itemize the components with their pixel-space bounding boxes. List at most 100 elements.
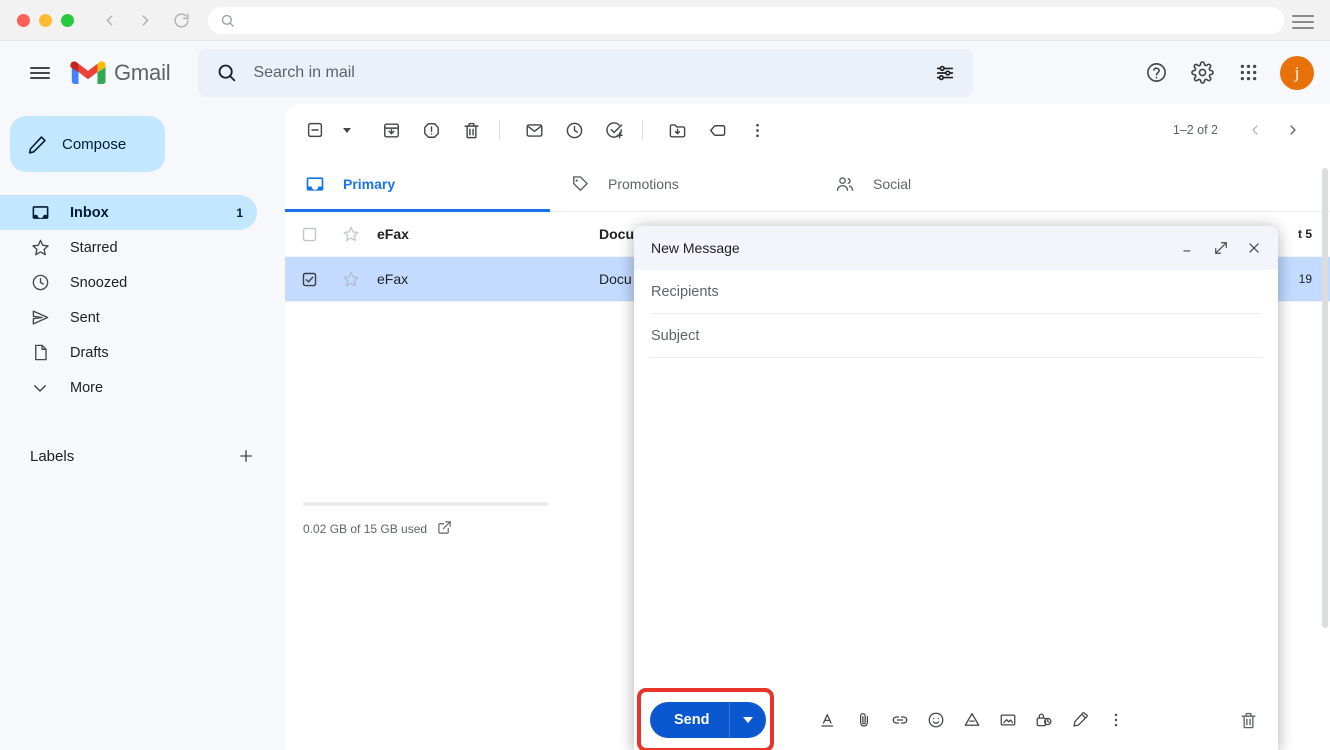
sidebar-item-sent[interactable]: Sent <box>0 300 257 335</box>
forward-button[interactable] <box>130 5 160 35</box>
sidebar-item-drafts[interactable]: Drafts <box>0 335 257 370</box>
help-circle-icon <box>1145 61 1168 84</box>
gmail-wordmark: Gmail <box>114 60 170 86</box>
recipients-input[interactable] <box>651 284 1261 300</box>
send-label: Send <box>650 712 729 728</box>
browser-menu-button[interactable] <box>1292 11 1314 33</box>
storage-manage-link[interactable] <box>437 520 452 538</box>
close-window-button[interactable] <box>17 14 30 27</box>
search-input[interactable] <box>253 64 925 82</box>
gmail-header: Gmail <box>0 41 1330 104</box>
storage-text-row: 0.02 GB of 15 GB used <box>303 520 563 538</box>
sidebar-item-label: Sent <box>70 310 100 326</box>
labels-title: Labels <box>30 448 74 465</box>
insert-drive-button[interactable] <box>956 704 988 736</box>
archive-button[interactable] <box>371 110 411 150</box>
delete-button[interactable] <box>451 110 491 150</box>
confidential-mode-button[interactable] <box>1028 704 1060 736</box>
tab-label: Promotions <box>608 176 679 192</box>
back-button[interactable] <box>94 5 124 35</box>
chevron-left-icon <box>1247 122 1263 138</box>
report-spam-button[interactable] <box>411 110 451 150</box>
recipients-field[interactable] <box>651 270 1261 314</box>
more-options-button[interactable] <box>737 110 777 150</box>
search-filter-button[interactable] <box>925 53 965 93</box>
compose-label: Compose <box>62 136 126 153</box>
main-menu-button[interactable] <box>16 49 64 97</box>
tab-social[interactable]: Social <box>815 156 1080 211</box>
settings-button[interactable] <box>1182 53 1222 93</box>
add-to-tasks-icon <box>605 121 624 140</box>
row-sender: eFax <box>369 271 599 287</box>
reload-button[interactable] <box>166 5 196 35</box>
caret-down-icon <box>743 717 753 723</box>
mark-as-unread-button[interactable] <box>514 110 554 150</box>
main-menu-icon <box>30 67 50 69</box>
pagination-range: 1–2 of 2 <box>1173 123 1218 137</box>
insert-emoji-button[interactable] <box>920 704 952 736</box>
inbox-unread-count: 1 <box>236 206 257 220</box>
row-star-button[interactable] <box>333 270 369 288</box>
insert-signature-button[interactable] <box>1064 704 1096 736</box>
insert-link-icon <box>891 711 909 729</box>
row-star-button[interactable] <box>333 225 369 243</box>
popout-expand-icon <box>1214 241 1228 255</box>
sidebar-item-more[interactable]: More <box>0 370 257 405</box>
format-text-button[interactable] <box>812 704 844 736</box>
address-bar[interactable] <box>208 7 1284 34</box>
tab-promotions[interactable]: Promotions <box>550 156 815 211</box>
compose-button[interactable]: Compose <box>10 116 165 172</box>
discard-draft-button[interactable] <box>1232 704 1264 736</box>
send-button[interactable]: Send <box>650 702 766 738</box>
sidebar-item-starred[interactable]: Starred <box>0 230 257 265</box>
toolbar-divider <box>499 120 500 140</box>
help-button[interactable] <box>1136 53 1176 93</box>
gmail-logo[interactable]: Gmail <box>70 59 170 86</box>
compose-more-options-button[interactable] <box>1100 704 1132 736</box>
report-spam-icon <box>422 121 441 140</box>
snooze-button[interactable] <box>554 110 594 150</box>
insert-link-button[interactable] <box>884 704 916 736</box>
search-bar[interactable] <box>198 49 973 97</box>
open-in-new-icon <box>437 520 452 535</box>
subject-field[interactable] <box>651 314 1261 358</box>
minimize-window-button[interactable] <box>39 14 52 27</box>
tab-primary[interactable]: Primary <box>285 156 550 211</box>
chevron-right-icon <box>1285 122 1301 138</box>
move-to-button[interactable] <box>657 110 697 150</box>
google-apps-button[interactable] <box>1228 53 1268 93</box>
add-to-tasks-button[interactable] <box>594 110 634 150</box>
checkbox-checked-icon <box>301 271 318 288</box>
sidebar-item-inbox[interactable]: Inbox 1 <box>0 195 257 230</box>
select-dropdown-button[interactable] <box>335 110 357 150</box>
trash-icon <box>1239 711 1258 730</box>
attach-file-button[interactable] <box>848 704 880 736</box>
compose-close-button[interactable] <box>1244 238 1264 258</box>
draft-icon <box>30 343 50 362</box>
tag-tab-icon <box>570 174 590 194</box>
send-options-button[interactable] <box>730 702 766 738</box>
select-all-checkbox[interactable] <box>295 110 335 150</box>
insert-photo-icon <box>999 711 1017 729</box>
previous-page-button[interactable] <box>1238 113 1272 147</box>
mail-pane-scrollbar[interactable] <box>1322 168 1328 743</box>
send-icon <box>30 308 50 327</box>
insert-photo-button[interactable] <box>992 704 1024 736</box>
labels-section: Labels <box>0 438 285 474</box>
compose-minimize-button[interactable] <box>1178 238 1198 258</box>
gmail-m-icon <box>70 59 106 86</box>
sidebar-item-snoozed[interactable]: Snoozed <box>0 265 257 300</box>
account-avatar[interactable]: j <box>1280 56 1314 90</box>
label-tag-icon <box>708 121 727 140</box>
row-checkbox[interactable] <box>285 271 333 288</box>
compose-popout-button[interactable] <box>1211 238 1231 258</box>
subject-input[interactable] <box>651 328 1261 344</box>
scrollbar-thumb[interactable] <box>1322 168 1328 628</box>
maximize-window-button[interactable] <box>61 14 74 27</box>
chevron-down-icon <box>30 379 50 397</box>
row-checkbox[interactable] <box>285 226 333 243</box>
compose-body[interactable] <box>634 358 1278 690</box>
next-page-button[interactable] <box>1276 113 1310 147</box>
create-label-button[interactable] <box>235 445 257 467</box>
labels-button[interactable] <box>697 110 737 150</box>
